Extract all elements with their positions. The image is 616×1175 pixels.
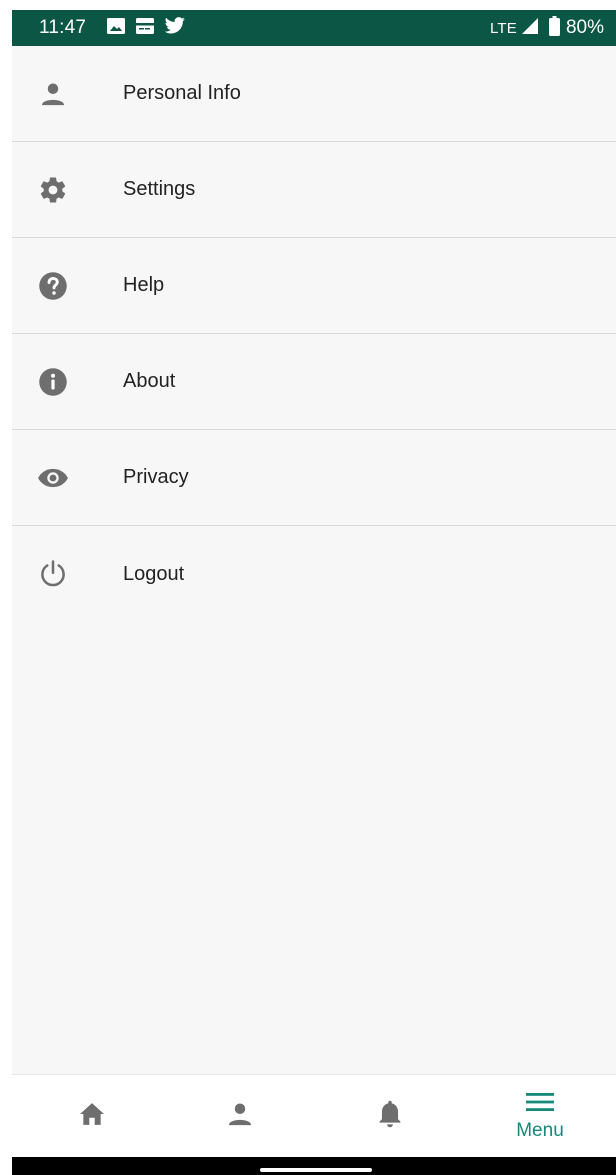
card-icon — [135, 17, 155, 40]
bottom-nav: Menu — [12, 1074, 616, 1156]
menu-item-label: Help — [123, 274, 165, 296]
image-icon — [106, 17, 126, 40]
menu-list: Personal Info Settings Help About Privac… — [12, 46, 616, 1074]
menu-item-personal-info[interactable]: Personal Info — [12, 46, 616, 142]
power-icon — [37, 558, 69, 590]
help-icon — [37, 270, 69, 302]
menu-item-label: Settings — [123, 178, 196, 200]
menu-item-privacy[interactable]: Privacy — [12, 430, 616, 526]
home-icon — [79, 1102, 105, 1131]
nav-menu-label: Menu — [516, 1119, 564, 1141]
gear-icon — [37, 174, 69, 206]
eye-icon — [37, 462, 69, 494]
signal-icon — [521, 17, 539, 40]
menu-item-help[interactable]: Help — [12, 238, 616, 334]
battery-percent: 80% — [565, 17, 604, 38]
twitter-icon — [164, 16, 186, 40]
screen: 11:47 LTE 80% Personal Info Settings Hel… — [0, 0, 616, 1175]
nav-menu[interactable]: Menu — [480, 1075, 600, 1157]
menu-item-settings[interactable]: Settings — [12, 142, 616, 238]
status-bar: 11:47 LTE 80% — [12, 10, 616, 46]
nav-notifications[interactable] — [330, 1075, 450, 1157]
menu-item-label: About — [123, 370, 176, 392]
menu-item-label: Personal Info — [123, 82, 241, 104]
bell-icon — [378, 1099, 402, 1134]
menu-item-about[interactable]: About — [12, 334, 616, 430]
menu-item-label: Logout — [123, 562, 185, 585]
person-icon — [37, 78, 69, 110]
battery-icon — [548, 15, 560, 41]
nav-home[interactable] — [32, 1075, 152, 1157]
menu-item-logout[interactable]: Logout — [12, 526, 616, 622]
network-type: LTE — [489, 19, 517, 37]
home-gesture-handle[interactable] — [260, 1168, 372, 1172]
menu-icon — [526, 1091, 554, 1118]
info-icon — [37, 366, 69, 398]
person-icon — [226, 1100, 254, 1133]
system-nav-bar — [12, 1157, 616, 1175]
menu-item-label: Privacy — [123, 466, 189, 488]
status-time: 11:47 — [39, 17, 87, 38]
status-right: LTE 80% — [489, 15, 604, 41]
nav-profile[interactable] — [180, 1075, 300, 1157]
notification-icons — [106, 16, 186, 40]
